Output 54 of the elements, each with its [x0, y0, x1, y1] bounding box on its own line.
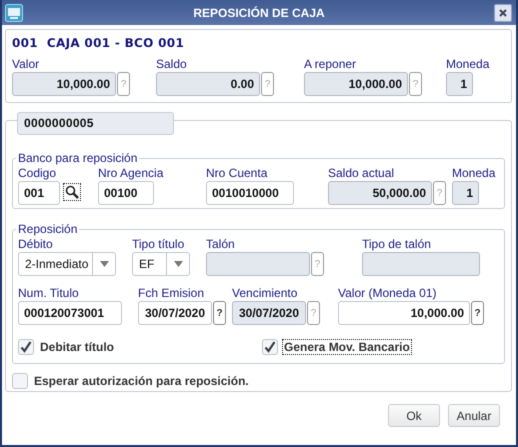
help-button[interactable]: ?: [471, 301, 484, 325]
checkbox-label[interactable]: Esperar autorización para reposición.: [32, 373, 251, 389]
input-field: 30/07/2020: [232, 301, 306, 325]
caret-icon: [100, 261, 108, 267]
field-label: Tipo de talón: [362, 237, 431, 252]
field-label: Nro Agencia: [98, 166, 164, 181]
close-icon: [499, 8, 507, 16]
caret-icon: [174, 261, 182, 267]
input-field: 10,000.00: [304, 72, 408, 96]
ok-button[interactable]: Ok: [388, 404, 440, 427]
group-title: Reposición: [17, 223, 78, 235]
checkbox[interactable]: [18, 339, 34, 355]
field-label: Vencimiento: [232, 286, 298, 301]
field-label: Saldo actual: [328, 166, 394, 181]
field-label: Num. Titulo: [18, 286, 79, 301]
field-label: Débito: [18, 237, 53, 252]
checkbox-label[interactable]: Genera Mov. Bancario: [282, 339, 412, 355]
field-label: Talón: [206, 237, 235, 252]
field-label: Valor: [12, 57, 40, 72]
input-field[interactable]: 0010010000: [206, 181, 294, 205]
field-label: Saldo: [156, 57, 187, 72]
input-field[interactable]: 001: [18, 181, 60, 205]
search-button[interactable]: [63, 183, 81, 201]
field-label: Nro Cuenta: [206, 166, 268, 181]
field-label: Tipo título: [132, 237, 184, 252]
input-field[interactable]: 30/07/2020: [138, 301, 212, 325]
input-field: 1: [446, 72, 473, 96]
input-field: 50,000.00: [328, 181, 432, 205]
close-button[interactable]: [494, 4, 512, 22]
field-label: Valor (Moneda 01): [338, 286, 436, 301]
input-field[interactable]: 00100: [98, 181, 154, 205]
field-label: Moneda: [452, 166, 496, 181]
field-label: Fch Emision: [138, 286, 204, 301]
record-number: 0000000005: [17, 112, 174, 135]
monitor-icon: [5, 4, 23, 22]
checkbox[interactable]: [12, 373, 28, 389]
input-field: 0.00: [156, 72, 260, 96]
input-field[interactable]: 10,000.00: [338, 301, 470, 325]
checkbox-label[interactable]: Debitar título: [38, 339, 116, 355]
help-button[interactable]: ?: [213, 301, 226, 325]
input-field[interactable]: 000120073001: [18, 301, 122, 325]
dropdown[interactable]: EF: [132, 252, 190, 276]
input-field: 10,000.00: [12, 72, 116, 96]
input-field: 1: [452, 181, 479, 205]
window-title: REPOSICIÓN DE CAJA: [193, 6, 325, 20]
dropdown[interactable]: 2-Inmediato: [18, 252, 116, 276]
field-label: Moneda: [446, 57, 490, 72]
field-label: A reponer: [304, 57, 356, 72]
cash-box-title: 001 CAJA 001 - BCO 001: [12, 36, 186, 52]
group-title: Banco para reposición: [17, 152, 138, 164]
field-label: Codigo: [18, 166, 56, 181]
search-icon: [65, 185, 79, 199]
cancel-button[interactable]: Anular: [448, 404, 500, 427]
checkbox[interactable]: [262, 339, 278, 355]
